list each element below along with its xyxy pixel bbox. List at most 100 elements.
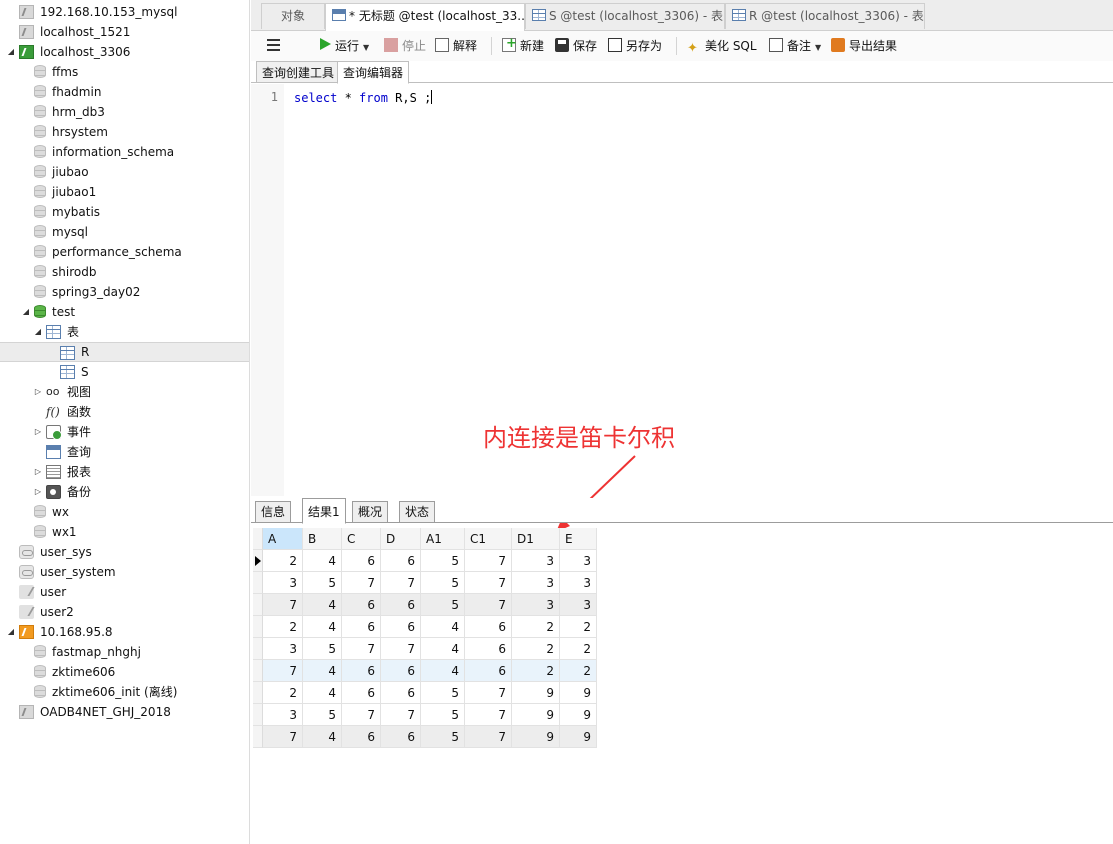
tab-info[interactable]: 信息 [255, 501, 292, 523]
table-cell[interactable]: 7 [465, 726, 512, 748]
sidebar-item[interactable]: spring3_day02 [0, 282, 249, 302]
table-cell[interactable]: 4 [303, 594, 342, 616]
table-cell[interactable]: 6 [465, 638, 512, 660]
table-cell[interactable]: 6 [381, 594, 421, 616]
table-cell[interactable]: 7 [381, 638, 421, 660]
row-indicator[interactable] [253, 726, 263, 748]
sidebar-item[interactable]: ◢ test [0, 302, 249, 322]
expand-arrow-icon[interactable]: ▷ [33, 382, 43, 402]
table-cell[interactable]: 7 [465, 572, 512, 594]
table-cell[interactable]: 5 [421, 682, 465, 704]
tab-objects[interactable]: 对象 [261, 3, 325, 29]
sidebar-item[interactable]: hrm_db3 [0, 102, 249, 122]
table-cell[interactable]: 6 [342, 660, 381, 682]
table-cell[interactable]: 2 [263, 682, 303, 704]
table-cell[interactable]: 7 [263, 594, 303, 616]
table-cell[interactable]: 7 [342, 638, 381, 660]
table-cell[interactable]: 7 [465, 682, 512, 704]
table-cell[interactable]: 6 [381, 550, 421, 572]
tab-table-s[interactable]: S @test (localhost_3306) - 表 [525, 3, 725, 29]
table-cell[interactable]: 7 [263, 726, 303, 748]
sidebar-item[interactable]: f() 函数 [0, 402, 249, 422]
table-cell[interactable]: 4 [421, 638, 465, 660]
table-cell[interactable]: 3 [512, 594, 560, 616]
table-cell[interactable]: 9 [560, 726, 597, 748]
sidebar-item[interactable]: information_schema [0, 142, 249, 162]
sql-editor[interactable]: 1 select * from R,S ; [251, 84, 1113, 496]
menu-icon[interactable] [267, 39, 280, 51]
sidebar-item[interactable]: performance_schema [0, 242, 249, 262]
sidebar-item[interactable]: ▷ 报表 [0, 462, 249, 482]
row-indicator[interactable] [253, 704, 263, 726]
table-cell[interactable]: 6 [465, 660, 512, 682]
sidebar-item[interactable]: jiubao [0, 162, 249, 182]
sidebar-item[interactable]: OADB4NET_GHJ_2018 [0, 702, 249, 722]
tab-query-builder[interactable]: 查询创建工具 [256, 61, 341, 83]
column-header[interactable]: A1 [421, 528, 465, 550]
tab-overview[interactable]: 概况 [352, 501, 389, 523]
table-cell[interactable]: 3 [560, 594, 597, 616]
row-indicator[interactable] [253, 660, 263, 682]
sidebar-item[interactable]: ▷ 事件 [0, 422, 249, 442]
sidebar-item[interactable]: ◢ 表 [0, 322, 249, 342]
row-indicator[interactable] [253, 638, 263, 660]
collapse-arrow-icon[interactable]: ◢ [21, 302, 31, 322]
table-cell[interactable]: 2 [512, 616, 560, 638]
table-cell[interactable]: 2 [263, 550, 303, 572]
collapse-arrow-icon[interactable]: ◢ [6, 622, 16, 642]
table-cell[interactable]: 6 [465, 616, 512, 638]
table-cell[interactable]: 6 [342, 726, 381, 748]
sidebar-item[interactable]: zktime606_init (离线) [0, 682, 249, 702]
table-cell[interactable]: 3 [512, 572, 560, 594]
row-indicator[interactable] [253, 594, 263, 616]
tab-status[interactable]: 状态 [399, 501, 436, 523]
table-cell[interactable]: 2 [560, 638, 597, 660]
table-cell[interactable]: 4 [303, 616, 342, 638]
sidebar-item[interactable]: ffms [0, 62, 249, 82]
sidebar-item[interactable]: 192.168.10.153_mysql [0, 2, 249, 22]
table-cell[interactable]: 7 [263, 660, 303, 682]
sidebar-item[interactable]: ◢ localhost_3306 [0, 42, 249, 62]
table-cell[interactable]: 4 [421, 616, 465, 638]
sidebar-item[interactable]: ◢ 10.168.95.8 [0, 622, 249, 642]
chevron-down-icon[interactable]: ▼ [815, 43, 821, 52]
table-cell[interactable]: 9 [560, 704, 597, 726]
table-cell[interactable]: 2 [512, 660, 560, 682]
table-cell[interactable]: 5 [421, 726, 465, 748]
tab-query-editor[interactable]: 查询编辑器 [337, 61, 410, 84]
table-cell[interactable]: 6 [342, 616, 381, 638]
table-cell[interactable]: 3 [263, 572, 303, 594]
table-cell[interactable]: 7 [381, 704, 421, 726]
table-cell[interactable]: 5 [303, 638, 342, 660]
current-row-indicator[interactable] [253, 550, 263, 572]
save-as-button[interactable]: 另存为 [608, 36, 662, 56]
sidebar-item[interactable]: fastmap_nhghj [0, 642, 249, 662]
column-header[interactable]: C1 [465, 528, 512, 550]
sql-code-line[interactable]: select * from R,S ; [294, 90, 433, 105]
expand-arrow-icon[interactable]: ▷ [33, 482, 43, 502]
column-header[interactable]: D [381, 528, 421, 550]
tab-result1[interactable]: 结果1 [302, 498, 346, 524]
row-indicator[interactable] [253, 682, 263, 704]
row-indicator[interactable] [253, 572, 263, 594]
table-cell[interactable]: 9 [512, 682, 560, 704]
sidebar-item[interactable]: ▷ oo 视图 [0, 382, 249, 402]
table-cell[interactable]: 3 [560, 550, 597, 572]
table-cell[interactable]: 5 [303, 572, 342, 594]
note-button[interactable]: 备注 ▼ [769, 36, 821, 56]
sidebar-item[interactable]: ▷ 备份 [0, 482, 249, 502]
tab-untitled-query[interactable]: * 无标题 @test (localhost_33... [325, 3, 525, 31]
sidebar-item[interactable]: user_system [0, 562, 249, 582]
table-cell[interactable]: 7 [465, 594, 512, 616]
export-results-button[interactable]: 导出结果 [831, 36, 897, 56]
sidebar-item[interactable]: 查询 [0, 442, 249, 462]
table-cell[interactable]: 6 [381, 726, 421, 748]
row-indicator[interactable] [253, 616, 263, 638]
table-cell[interactable]: 6 [342, 682, 381, 704]
collapse-arrow-icon[interactable]: ◢ [33, 322, 43, 342]
table-cell[interactable]: 9 [560, 682, 597, 704]
table-cell[interactable]: 5 [421, 572, 465, 594]
table-cell[interactable]: 4 [303, 660, 342, 682]
table-cell[interactable]: 7 [342, 572, 381, 594]
table-cell[interactable]: 5 [421, 594, 465, 616]
